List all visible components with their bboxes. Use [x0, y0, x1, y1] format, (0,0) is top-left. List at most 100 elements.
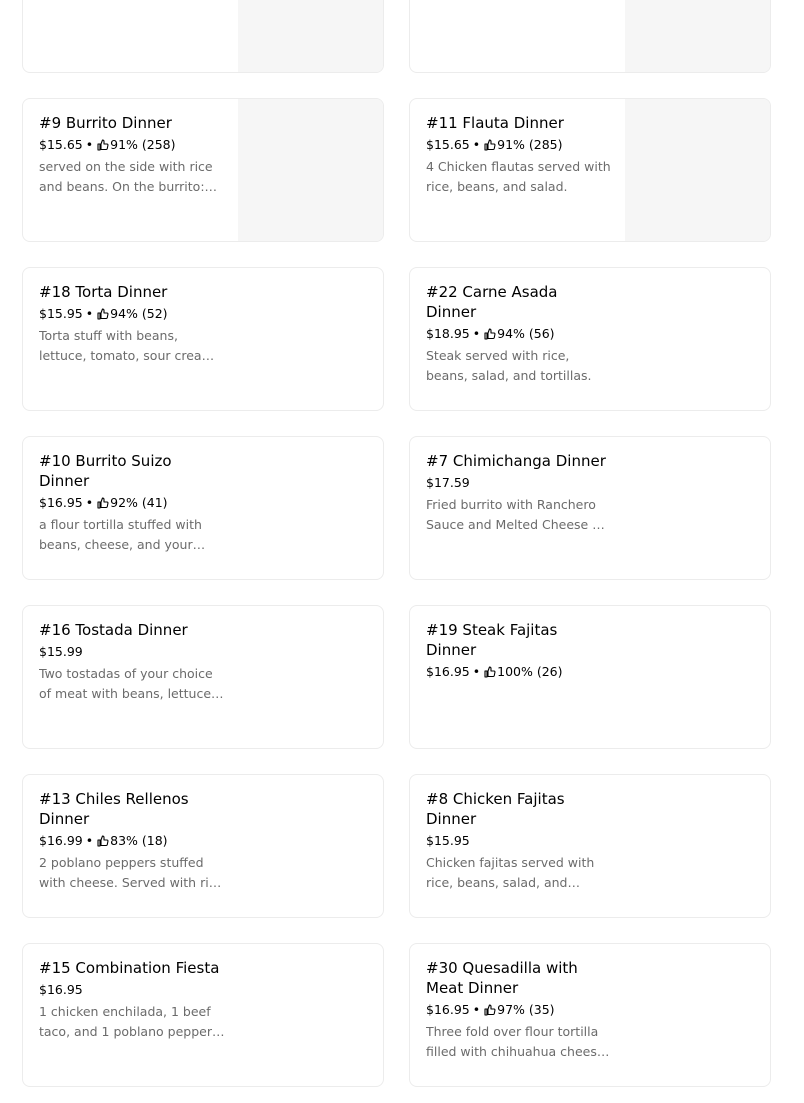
menu-item-card[interactable]: #16 Tostada Dinner $15.99 Two tostadas o… — [22, 605, 384, 749]
thumbs-up-icon — [97, 139, 109, 151]
menu-item-meta: $18.95 • 94% (56) — [426, 325, 612, 343]
menu-item-title: #15 Combination Fiesta — [39, 959, 220, 977]
menu-item-description: Chicken fajitas served with rice, beans,… — [426, 855, 595, 890]
thumbs-up-icon — [97, 835, 109, 847]
menu-item-info: #30 Quesadilla with Meat Dinner $16.95 • 9… — [426, 958, 612, 1062]
menu-item-card[interactable]: #18 Torta Dinner $15.95 • 94% (52) Torta s… — [22, 267, 384, 411]
menu-item-title: #7 Chimichanga Dinner — [426, 452, 606, 470]
menu-item-meta: $16.95 — [39, 981, 225, 999]
separator: • — [472, 326, 481, 341]
menu-item-card[interactable]: #8 Chicken Fajitas Dinner $15.95 Chicken… — [409, 774, 771, 918]
menu-item-info: #16 Tostada Dinner $15.99 Two tostadas o… — [39, 620, 225, 704]
menu-item-info: #7 Chimichanga Dinner $17.59 Fried burri… — [426, 451, 612, 535]
menu-item-info: #19 Steak Fajitas Dinner $16.95 • 100% (26… — [426, 620, 612, 681]
menu-item-card[interactable]: #9 Burrito Dinner $15.65 • 91% (258) serve… — [22, 98, 384, 242]
menu-item-rating: • 92% (41) — [83, 495, 168, 510]
menu-item-price: $16.95 — [426, 1002, 470, 1017]
menu-item-rating: • 83% (18) — [83, 833, 168, 848]
menu-item-image — [625, 0, 770, 72]
menu-item-meta: $15.65 • 91% (258) — [39, 136, 225, 154]
menu-item-title: #18 Torta Dinner — [39, 283, 168, 301]
menu-item-card[interactable]: 3 enchiladas stuffed with either cheese … — [409, 0, 771, 73]
thumbs-up-icon — [484, 328, 496, 340]
menu-item-rating-text: 91% (258) — [110, 137, 176, 152]
menu-item-image — [238, 99, 383, 241]
menu-item-title: #19 Steak Fajitas Dinner — [426, 621, 558, 659]
thumbs-up-icon — [97, 308, 109, 320]
menu-item-info: #18 Torta Dinner $15.95 • 94% (52) Torta s… — [39, 282, 225, 366]
menu-item-meta: $15.95 • 94% (52) — [39, 305, 225, 323]
menu-item-price: $15.95 — [426, 833, 470, 848]
separator: • — [472, 1002, 481, 1017]
menu-item-info: #13 Chiles Rellenos Dinner $16.99 • 83% (1… — [39, 789, 225, 893]
menu-item-card[interactable]: #10 Burrito Suizo Dinner $16.95 • 92% (41)… — [22, 436, 384, 580]
menu-item-card[interactable]: #7 Chimichanga Dinner $17.59 Fried burri… — [409, 436, 771, 580]
separator: • — [472, 664, 481, 679]
menu-item-title: #13 Chiles Rellenos Dinner — [39, 790, 189, 828]
separator: • — [85, 306, 94, 321]
menu-item-price: $15.65 — [426, 137, 470, 152]
menu-grid: 3 tacos served with rice and beans on th… — [22, 0, 771, 1087]
menu-item-meta: $16.95 • 97% (35) — [426, 1001, 612, 1019]
menu-item-title: #8 Chicken Fajitas Dinner — [426, 790, 565, 828]
separator: • — [472, 137, 481, 152]
menu-item-rating-text: 94% (52) — [110, 306, 168, 321]
menu-item-description: 1 chicken enchilada, 1 beef taco, and 1 … — [39, 1004, 212, 1039]
thumbs-up-icon — [97, 497, 109, 509]
menu-item-title: #10 Burrito Suizo Dinner — [39, 452, 172, 490]
menu-item-price: $17.59 — [426, 475, 470, 490]
menu-item-meta: $16.95 • 100% (26) — [426, 663, 612, 681]
menu-item-description: Torta stuff with beans, lettuce, tomato,… — [39, 328, 218, 363]
menu-item-card[interactable]: #19 Steak Fajitas Dinner $16.95 • 100% (26… — [409, 605, 771, 749]
menu-item-card[interactable]: #30 Quesadilla with Meat Dinner $16.95 • 9… — [409, 943, 771, 1087]
menu-item-price: $15.65 — [39, 137, 83, 152]
menu-item-card[interactable]: #11 Flauta Dinner $15.65 • 91% (285) 4 Chi… — [409, 98, 771, 242]
menu-item-card[interactable]: 3 tacos served with rice and beans on th… — [22, 0, 384, 73]
menu-item-description: Two tostadas of your choice of meat with… — [39, 666, 216, 701]
menu-item-card[interactable]: #15 Combination Fiesta $16.95 1 chicken … — [22, 943, 384, 1087]
menu-item-price: $15.95 — [39, 306, 83, 321]
menu-item-info: #10 Burrito Suizo Dinner $16.95 • 92% (41)… — [39, 451, 225, 555]
separator: • — [85, 495, 94, 510]
separator: • — [85, 137, 94, 152]
menu-item-rating-text: 92% (41) — [110, 495, 168, 510]
menu-item-rating: • 94% (52) — [83, 306, 168, 321]
menu-item-price: $16.95 — [39, 495, 83, 510]
menu-item-description: 2 poblano peppers stuffed with cheese. S… — [39, 855, 224, 890]
menu-item-rating: • 94% (56) — [470, 326, 555, 341]
menu-item-description: a flour tortilla stuffed with beans, che… — [39, 517, 202, 552]
menu-item-image — [238, 0, 383, 72]
menu-item-meta: $15.65 • 91% (285) — [426, 136, 612, 154]
menu-item-description: 4 Chicken flautas served with rice, bean… — [426, 159, 611, 194]
menu-item-meta: $15.95 — [426, 832, 612, 850]
menu-item-rating: • 100% (26) — [470, 664, 563, 679]
menu-item-card[interactable]: #13 Chiles Rellenos Dinner $16.99 • 83% (1… — [22, 774, 384, 918]
menu-item-info: #15 Combination Fiesta $16.95 1 chicken … — [39, 958, 225, 1042]
menu-item-title: #9 Burrito Dinner — [39, 114, 172, 132]
menu-item-info: #22 Carne Asada Dinner $18.95 • 94% (56) S… — [426, 282, 612, 386]
menu-item-description: Fried burrito with Ranchero Sauce and Me… — [426, 497, 608, 532]
menu-item-meta: $17.59 — [426, 474, 612, 492]
menu-item-rating: • 91% (258) — [83, 137, 176, 152]
menu-item-rating: • 91% (285) — [470, 137, 563, 152]
menu-item-meta: $16.95 • 92% (41) — [39, 494, 225, 512]
thumbs-up-icon — [484, 139, 496, 151]
menu-item-price: $16.95 — [426, 664, 470, 679]
menu-item-title: #16 Tostada Dinner — [39, 621, 188, 639]
menu-item-meta: $15.99 — [39, 643, 225, 661]
menu-item-price: $18.95 — [426, 326, 470, 341]
thumbs-up-icon — [484, 1004, 496, 1016]
menu-item-description: served on the side with rice and beans. … — [39, 159, 213, 194]
menu-item-image — [625, 99, 770, 241]
menu-item-info: #8 Chicken Fajitas Dinner $15.95 Chicken… — [426, 789, 612, 893]
menu-item-meta: $16.99 • 83% (18) — [39, 832, 225, 850]
menu-item-description: Three fold over flour tortilla filled wi… — [426, 1024, 605, 1059]
menu-item-card[interactable]: #22 Carne Asada Dinner $18.95 • 94% (56) S… — [409, 267, 771, 411]
menu-item-title: #11 Flauta Dinner — [426, 114, 564, 132]
menu-item-rating-text: 91% (285) — [497, 137, 563, 152]
menu-item-price: $16.95 — [39, 982, 83, 997]
menu-item-rating-text: 97% (35) — [497, 1002, 555, 1017]
menu-item-info: #9 Burrito Dinner $15.65 • 91% (258) serve… — [39, 113, 225, 197]
menu-item-rating-text: 83% (18) — [110, 833, 168, 848]
menu-item-title: #22 Carne Asada Dinner — [426, 283, 558, 321]
